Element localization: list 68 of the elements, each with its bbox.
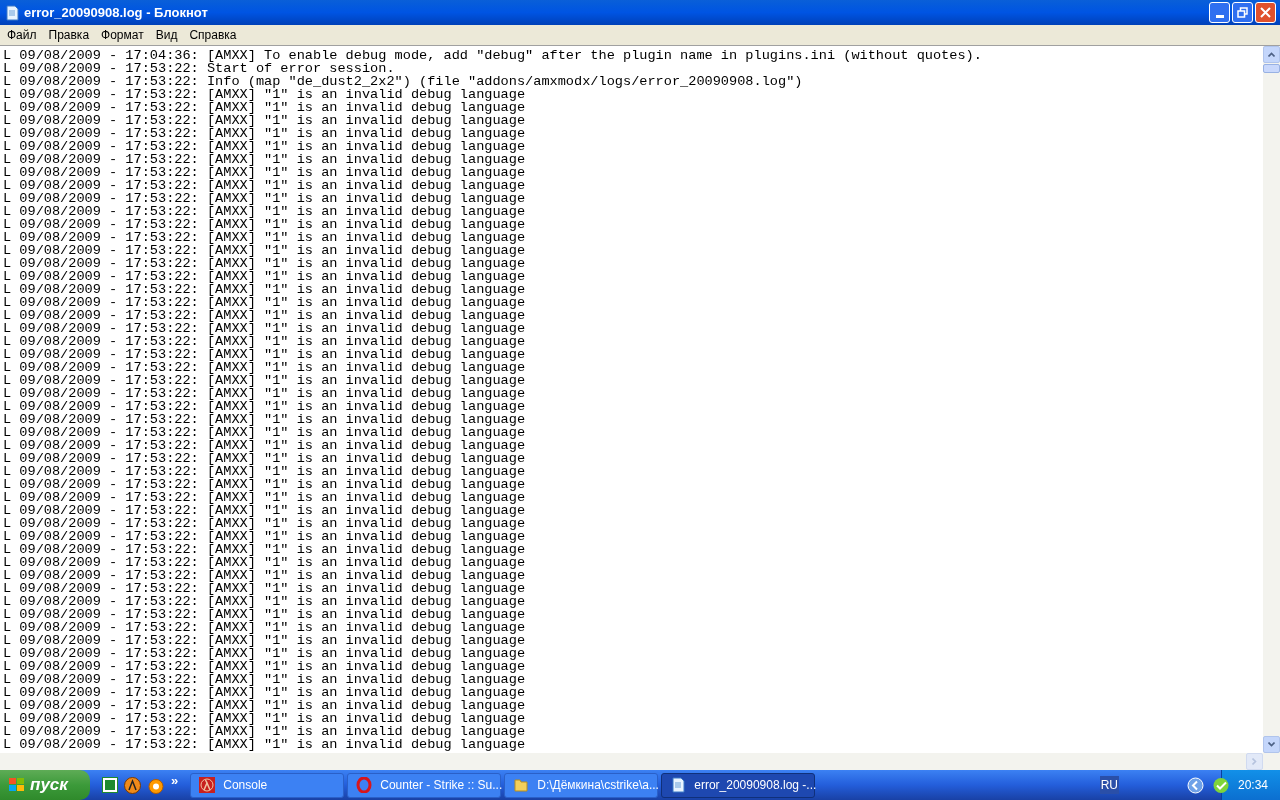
more-button[interactable]: »: [171, 771, 179, 791]
menu-item[interactable]: Формат: [95, 26, 150, 44]
log-line: L 09/08/2009 - 17:53:22: [AMXX] "1" is an invalid debug language: [3, 387, 526, 400]
log-line: L 09/08/2009 - 17:53:22: [AMXX] "1" is an invalid debug language: [3, 140, 526, 153]
log-line: L 09/08/2009 - 17:53:22: Info (map "de_dust2_2x2") (file "addons/amxmodx/logs/error_20090908.log"): [3, 75, 803, 88]
start-button[interactable]: пуск: [0, 770, 90, 800]
log-line: L 09/08/2009 - 17:53:22: [AMXX] "1" is an invalid debug language: [3, 738, 526, 751]
log-line: L 09/08/2009 - 17:53:22: [AMXX] "1" is an invalid debug language: [3, 309, 526, 322]
log-line: L 09/08/2009 - 17:53:22: [AMXX] "1" is an invalid debug language: [3, 166, 526, 179]
log-line: L 09/08/2009 - 17:53:22: [AMXX] "1" is an invalid debug language: [3, 439, 526, 452]
log-line: L 09/08/2009 - 17:53:22: [AMXX] "1" is an invalid debug language: [3, 322, 526, 335]
taskbar-button[interactable]: D:\Дёмкина\cstrike\a...: [504, 772, 659, 798]
log-line: L 09/08/2009 - 17:53:22: [AMXX] "1" is an invalid debug language: [3, 231, 526, 244]
log-line: L 09/08/2009 - 17:53:22: [AMXX] "1" is an invalid debug language: [3, 88, 526, 101]
menu-item[interactable]: Вид: [149, 26, 184, 44]
log-line: L 09/08/2009 - 17:53:22: [AMXX] "1" is an invalid debug language: [3, 400, 526, 413]
log-line: L 09/08/2009 - 17:53:22: [AMXX] "1" is an invalid debug language: [3, 504, 526, 517]
log-line: L 09/08/2009 - 17:53:22: [AMXX] "1" is an invalid debug language: [3, 712, 526, 725]
log-line: L 09/08/2009 - 17:53:22: [AMXX] "1" is an invalid debug language: [3, 556, 526, 569]
log-line: L 09/08/2009 - 17:53:22: [AMXX] "1" is an invalid debug language: [3, 361, 526, 374]
log-line: L 09/08/2009 - 17:53:22: [AMXX] "1" is an invalid debug language: [3, 348, 526, 361]
log-line: L 09/08/2009 - 17:53:22: [AMXX] "1" is an invalid debug language: [3, 569, 526, 582]
log-line: L 09/08/2009 - 17:53:22: [AMXX] "1" is an invalid debug language: [3, 517, 526, 530]
log-line: L 09/08/2009 - 17:53:22: [AMXX] "1" is an invalid debug language: [3, 673, 526, 686]
log-line: L 09/08/2009 - 17:53:22: [AMXX] "1" is an invalid debug language: [3, 660, 526, 673]
log-line: L 09/08/2009 - 17:53:22: [AMXX] "1" is an invalid debug language: [3, 582, 526, 595]
log-line: L 09/08/2009 - 17:53:22: [AMXX] "1" is an invalid debug language: [3, 686, 526, 699]
log-line: L 09/08/2009 - 17:53:22: [AMXX] "1" is an invalid debug language: [3, 153, 526, 166]
log-line: L 09/08/2009 - 17:53:22: [AMXX] "1" is an invalid debug language: [3, 270, 526, 283]
menu-item[interactable]: Правка: [42, 26, 96, 44]
log-line: L 09/08/2009 - 17:53:22: [AMXX] "1" is an invalid debug language: [3, 699, 526, 712]
window-title: error_20090908.log - Блокнот: [24, 3, 209, 22]
log-line: L 09/08/2009 - 17:53:22: [AMXX] "1" is an invalid debug language: [3, 101, 526, 114]
log-line: L 09/08/2009 - 17:53:22: Start of error session.: [3, 62, 395, 75]
log-line: L 09/08/2009 - 17:53:22: [AMXX] "1" is an invalid debug language: [3, 335, 526, 348]
log-line: L 09/08/2009 - 17:53:22: [AMXX] "1" is an invalid debug language: [3, 257, 526, 270]
log-line: L 09/08/2009 - 17:53:22: [AMXX] "1" is an invalid debug language: [3, 114, 526, 127]
log-line: L 09/08/2009 - 17:53:22: [AMXX] "1" is an invalid debug language: [3, 634, 526, 647]
menu-item[interactable]: Справка: [183, 26, 243, 44]
log-line: L 09/08/2009 - 17:53:22: [AMXX] "1" is an invalid debug language: [3, 530, 526, 543]
log-line: L 09/08/2009 - 17:53:22: [AMXX] "1" is an invalid debug language: [3, 725, 526, 738]
log-line: L 09/08/2009 - 17:53:22: [AMXX] "1" is an invalid debug language: [3, 491, 526, 504]
log-line: L 09/08/2009 - 17:53:22: [AMXX] "1" is an invalid debug language: [3, 647, 526, 660]
clock: 20:34: [1237, 777, 1268, 794]
log-line: L 09/08/2009 - 17:04:36: [AMXX] To enable debug mode, add "debug" after the plugin name in plugins.ini (without quotes).: [3, 49, 982, 62]
log-line: L 09/08/2009 - 17:53:22: [AMXX] "1" is an invalid debug language: [3, 478, 526, 491]
log-line: L 09/08/2009 - 17:53:22: [AMXX] "1" is an invalid debug language: [3, 413, 526, 426]
log-line: L 09/08/2009 - 17:53:22: [AMXX] "1" is an invalid debug language: [3, 465, 526, 478]
log-line: L 09/08/2009 - 17:53:22: [AMXX] "1" is an invalid debug language: [3, 426, 526, 439]
taskbar-button[interactable]: error_20090908.log -...: [661, 772, 816, 798]
log-line: L 09/08/2009 - 17:53:22: [AMXX] "1" is an invalid debug language: [3, 218, 526, 231]
log-line: L 09/08/2009 - 17:53:22: [AMXX] "1" is an invalid debug language: [3, 608, 526, 621]
language-indicator[interactable]: RU: [1099, 776, 1119, 794]
log-line: L 09/08/2009 - 17:53:22: [AMXX] "1" is an invalid debug language: [3, 621, 526, 634]
log-line: L 09/08/2009 - 17:53:22: [AMXX] "1" is an invalid debug language: [3, 205, 526, 218]
log-line: L 09/08/2009 - 17:53:22: [AMXX] "1" is an invalid debug language: [3, 244, 526, 257]
log-line: L 09/08/2009 - 17:53:22: [AMXX] "1" is an invalid debug language: [3, 296, 526, 309]
taskbar-button[interactable]: Counter - Strike :: Su...: [347, 772, 502, 798]
menu-item[interactable]: Файл: [1, 26, 43, 44]
log-line: L 09/08/2009 - 17:53:22: [AMXX] "1" is an invalid debug language: [3, 127, 526, 140]
log-line: L 09/08/2009 - 17:53:22: [AMXX] "1" is an invalid debug language: [3, 595, 526, 608]
log-line: L 09/08/2009 - 17:53:22: [AMXX] "1" is an invalid debug language: [3, 374, 526, 387]
log-line: L 09/08/2009 - 17:53:22: [AMXX] "1" is an invalid debug language: [3, 452, 526, 465]
log-line: L 09/08/2009 - 17:53:22: [AMXX] "1" is an invalid debug language: [3, 192, 526, 205]
log-line: L 09/08/2009 - 17:53:22: [AMXX] "1" is an invalid debug language: [3, 543, 526, 556]
taskbar-button[interactable]: Console: [190, 772, 345, 798]
log-line: L 09/08/2009 - 17:53:22: [AMXX] "1" is an invalid debug language: [3, 283, 526, 296]
log-line: L 09/08/2009 - 17:53:22: [AMXX] "1" is an invalid debug language: [3, 179, 526, 192]
